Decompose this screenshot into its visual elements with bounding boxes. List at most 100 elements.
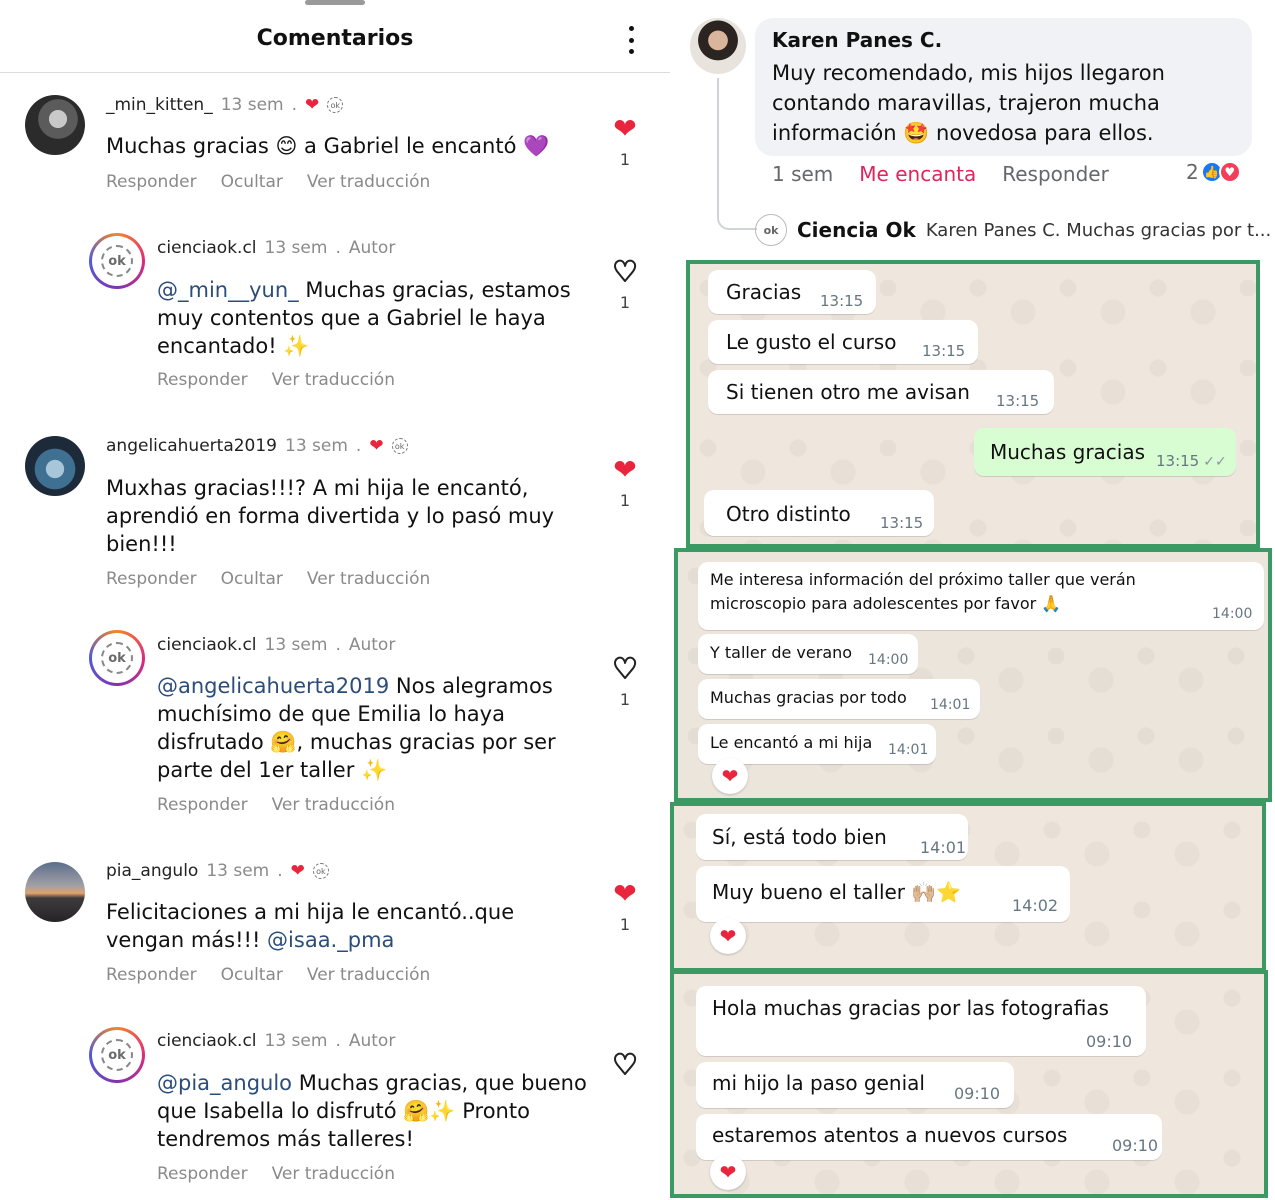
message-bubble-outgoing: Muchas gracias 13:15 ✓✓	[974, 428, 1236, 476]
heart-reaction-icon[interactable]: ❤	[710, 1154, 746, 1190]
message-bubble: Muy bueno el taller 🙌🏼⭐ 14:02	[696, 866, 1070, 922]
author-tag: Autor	[348, 238, 396, 258]
reply-button[interactable]: Responder	[106, 965, 197, 985]
username[interactable]: pia_angulo	[106, 861, 198, 881]
comment-actions: Responder Ver traducción	[157, 1164, 419, 1184]
heart-filled-icon[interactable]: ❤	[610, 114, 640, 144]
comment-actions: Responder Ver traducción	[157, 795, 419, 815]
comment-text: Felicitaciones a mi hija le encantó..que…	[106, 900, 515, 952]
separator-dot: .	[291, 95, 298, 115]
cienciaok-logo-icon: ok	[101, 245, 133, 277]
username[interactable]: _min_kitten_	[106, 95, 213, 115]
see-translation-button[interactable]: Ver traducción	[272, 795, 395, 815]
panel-title: Comentarios	[256, 26, 414, 51]
hide-button[interactable]: Ocultar	[221, 172, 283, 192]
reply-button[interactable]: Responder	[106, 569, 197, 589]
heart-reaction-icon[interactable]: ❤	[712, 758, 748, 794]
avatar[interactable]	[25, 95, 85, 155]
like-control: ♥ 1	[610, 653, 640, 710]
username[interactable]: cienciaok.cl	[157, 1031, 257, 1051]
comment-actions: Responder Ocultar Ver traducción	[106, 965, 454, 985]
like-control: ♥	[610, 1049, 640, 1081]
message-time: 09:10	[954, 1084, 1001, 1103]
avatar[interactable]	[690, 18, 746, 74]
reply-button[interactable]: Responder	[106, 172, 197, 192]
comment-text: @_min__yun_ Muchas gracias, estamos muy …	[157, 278, 571, 358]
author-liked-heart-icon: ❤	[369, 436, 384, 456]
username[interactable]: angelicahuerta2019	[106, 436, 277, 456]
separator-dot: .	[335, 635, 341, 655]
like-control: ❤ 1	[610, 455, 640, 511]
see-translation-button[interactable]: Ver traducción	[307, 569, 430, 589]
like-count: 1	[619, 690, 631, 709]
timestamp: 13 sem	[264, 1031, 328, 1051]
reply-button[interactable]: Responder	[157, 1164, 248, 1184]
message-text: estaremos atentos a nuevos cursos	[712, 1123, 1068, 1147]
username[interactable]: cienciaok.cl	[157, 238, 257, 258]
heart-reaction-icon[interactable]: ❤	[710, 918, 746, 954]
heart-filled-icon[interactable]: ❤	[610, 455, 640, 485]
thread-line	[717, 78, 757, 230]
heart-outline-icon[interactable]: ♥	[610, 653, 640, 685]
avatar[interactable]: ok	[89, 1027, 145, 1083]
message-time: 14:01	[920, 838, 967, 857]
reply-author: Ciencia Ok	[797, 218, 916, 242]
mention-link[interactable]: @pia_angulo	[157, 1071, 292, 1095]
separator-dot: .	[335, 1031, 341, 1051]
username[interactable]: cienciaok.cl	[157, 635, 257, 655]
avatar[interactable]: ok	[89, 233, 145, 289]
see-translation-button[interactable]: Ver traducción	[307, 172, 430, 192]
timestamp: 13 sem	[220, 95, 284, 115]
see-translation-button[interactable]: Ver traducción	[307, 965, 430, 985]
reply-preview[interactable]: ok Ciencia Ok Karen Panes C. Muchas grac…	[755, 214, 1271, 246]
message-text: Y taller de verano	[710, 643, 853, 662]
avatar[interactable]: ok	[89, 630, 145, 686]
more-vertical-icon[interactable]	[620, 24, 642, 56]
reply-button[interactable]: Responder	[157, 370, 248, 390]
like-control: ♥ 1	[610, 256, 640, 313]
avatar[interactable]	[25, 436, 85, 496]
message-time: 14:00	[1212, 606, 1253, 622]
comment-actions: 1 sem Me encanta Responder	[772, 162, 1109, 186]
timestamp[interactable]: 1 sem	[772, 162, 833, 186]
comment-actions: Responder Ocultar Ver traducción	[106, 569, 454, 589]
whatsapp-screenshot-3: Sí, está todo bien 14:01 Muy bueno el ta…	[670, 802, 1266, 972]
heart-filled-icon[interactable]: ❤	[610, 879, 640, 909]
timestamp: 13 sem	[285, 436, 348, 456]
message-text: Hola muchas gracias por las fotografias	[712, 996, 1109, 1020]
comment-actions: Responder Ver traducción	[157, 370, 419, 390]
timestamp: 13 sem	[264, 238, 328, 258]
message-bubble: Sí, está todo bien 14:01	[696, 814, 968, 860]
reply-button[interactable]: Responder	[1002, 162, 1109, 186]
heart-outline-icon[interactable]: ♥	[610, 256, 640, 288]
mention-link[interactable]: @_min__yun_	[157, 278, 299, 302]
comment-author[interactable]: Karen Panes C.	[772, 28, 942, 52]
see-translation-button[interactable]: Ver traducción	[272, 370, 395, 390]
hide-button[interactable]: Ocultar	[221, 965, 283, 985]
reaction-count: 2	[1186, 160, 1199, 184]
reply-button[interactable]: Responder	[157, 795, 248, 815]
drag-handle[interactable]	[305, 0, 365, 5]
hide-button[interactable]: Ocultar	[221, 569, 283, 589]
heart-icon: ♥	[1218, 161, 1241, 183]
cienciaok-logo-icon: ok	[101, 642, 133, 674]
comment-actions: Responder Ocultar Ver traducción	[106, 172, 454, 192]
mention-link[interactable]: @angelicahuerta2019	[157, 674, 389, 698]
like-control: ❤ 1	[610, 114, 640, 170]
comment-text: @angelicahuerta2019 Nos alegramos muchís…	[157, 674, 556, 782]
read-double-check-icon: ✓✓	[1203, 454, 1227, 470]
message-text: Muchas gracias	[990, 440, 1146, 464]
message-text: Sí, está todo bien	[712, 825, 887, 849]
mention-link[interactable]: @isaa._pma	[267, 928, 394, 952]
message-bubble: Hola muchas gracias por las fotografias …	[696, 986, 1146, 1056]
see-translation-button[interactable]: Ver traducción	[272, 1164, 395, 1184]
message-text: Muy bueno el taller 🙌🏼⭐	[712, 880, 962, 904]
avatar[interactable]	[25, 862, 85, 922]
whatsapp-screenshot-1: Gracias 13:15 Le gusto el curso 13:15 Si…	[686, 260, 1260, 548]
comment-text: Muchas gracias 😊 a Gabriel le encantó 💜	[106, 134, 550, 158]
love-reaction-button[interactable]: Me encanta	[859, 162, 976, 186]
reaction-summary[interactable]: 2 👍 ♥	[1186, 160, 1241, 184]
heart-outline-icon[interactable]: ♥	[610, 1049, 640, 1081]
message-time: 13:15	[996, 392, 1040, 410]
like-count: 1	[619, 150, 631, 169]
